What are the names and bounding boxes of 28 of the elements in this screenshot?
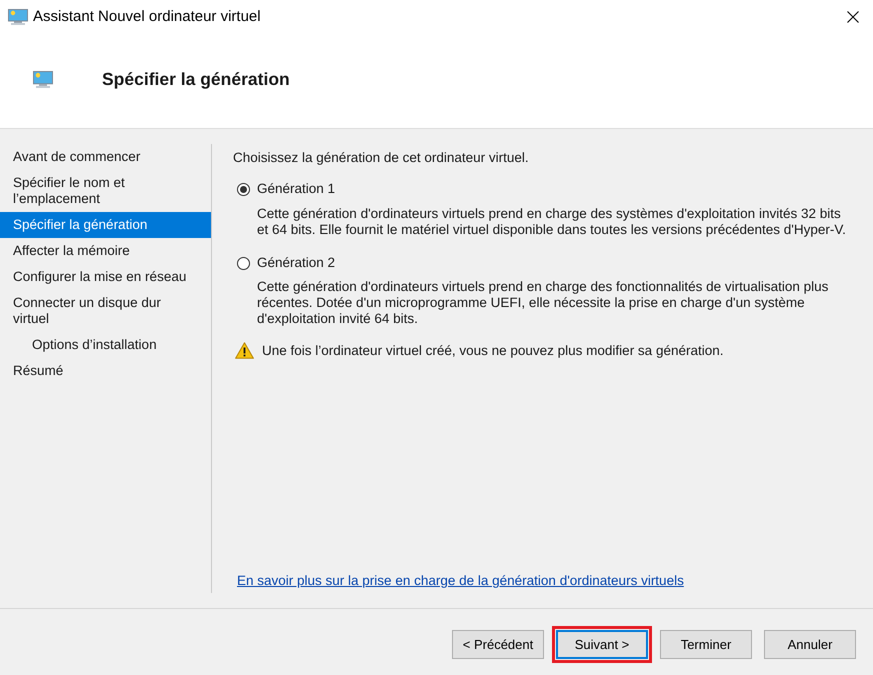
window-title: Assistant Nouvel ordinateur virtuel [33,6,261,27]
sidebar-item[interactable]: Résumé [0,358,211,384]
warning-text: Une fois l’ordinateur virtuel créé, vous ne pouvez plus modifier sa génération. [262,342,724,358]
warning-icon [235,342,254,359]
help-link[interactable]: En savoir plus sur la prise en charge de la génération d'ordinateurs virtuels [237,573,684,589]
monitor-icon [8,9,28,25]
sidebar-item[interactable]: Spécifier la génération [0,212,211,238]
wizard-button[interactable]: Annuler [764,630,856,659]
radio-label[interactable]: Génération 1 [257,181,336,197]
radio-label[interactable]: Génération 2 [257,255,336,271]
sidebar-item[interactable]: Configurer la mise en réseau [0,264,211,290]
close-icon [847,11,859,23]
wizard-button[interactable]: < Précédent [452,630,544,659]
option-description: Cette génération d'ordinateurs virtuels prend en charge des fonctionnalités de virtualisation plus récentes. Dotée d'un microprogramme UEFI, elle nécessite la prise en charge d'un système d'exploitation invité 64 bits. [257,279,830,327]
wizard-button[interactable]: Terminer [660,630,752,659]
sidebar-item[interactable]: Options d’installation [0,332,211,358]
sidebar-item[interactable]: Connecter un disque dur virtuel [0,290,211,332]
sidebar-item[interactable]: Affecter la mémoire [0,238,211,264]
radio-button[interactable] [237,182,250,196]
close-button[interactable] [845,9,861,25]
monitor-icon [33,70,53,88]
prompt-text: Choisissez la génération de cet ordinateur virtuel. [233,150,529,166]
sidebar-item[interactable]: Spécifier le nom et l’emplacement [0,170,211,212]
radio-button[interactable] [237,256,250,270]
wizard-button[interactable]: Suivant > [556,630,648,659]
sidebar-item[interactable]: Avant de commencer [0,144,211,170]
option-description: Cette génération d'ordinateurs virtuels prend en charge des systèmes d'exploitation invités 32 bits et 64 bits. Elle fournit le matériel virtuel disponible dans toutes les versions précédentes d'Hyper-V. [257,206,847,238]
page-heading: Spécifier la génération [102,68,290,91]
